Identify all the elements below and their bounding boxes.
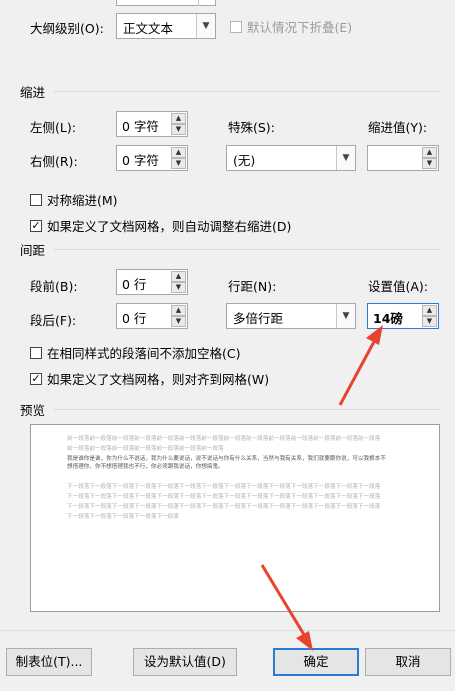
snap-to-grid-label: 如果定义了文档网格，则对齐到网格(W) — [47, 372, 270, 387]
preview-next-line-4: 下一段落下一段落下一段落下一段落下一段落 — [67, 514, 179, 520]
line-spacing-value: 多倍行距 — [233, 311, 284, 326]
spin-down-icon[interactable]: ▼ — [422, 158, 437, 169]
preview-next-line-1: 下一段落下一段落下一段落下一段落下一段落下一段落下一段落下一段落下一段落下一段落… — [67, 484, 381, 490]
setting-value-spinner[interactable]: 14磅 ▲ ▼ — [367, 303, 439, 329]
indent-section-title: 缩进 — [20, 85, 46, 100]
collapse-default-label: 默认情况下折叠(E) — [247, 20, 353, 35]
arrow-to-setting-value — [338, 325, 383, 406]
spin-down-icon[interactable]: ▼ — [422, 316, 437, 327]
spin-up-icon[interactable]: ▲ — [171, 271, 186, 282]
spin-down-icon[interactable]: ▼ — [171, 158, 186, 169]
preview-prev-line-1: 前一段落前一段落前一段落前一段落前一段落前一段落前一段落前一段落前一段落前一段落… — [67, 436, 381, 442]
space-before-value: 0 行 — [122, 277, 147, 292]
outline-level-label: 大纲级别(O): — [30, 21, 104, 36]
preview-section-title: 预览 — [20, 403, 46, 418]
outline-level-select[interactable]: 正文文本 ▼ — [116, 13, 216, 39]
spin-down-icon[interactable]: ▼ — [171, 282, 186, 293]
chevron-down-icon[interactable]: ▼ — [336, 304, 355, 328]
set-default-button[interactable]: 设为默认值(D) — [133, 648, 237, 676]
no-space-same-style-checkbox[interactable]: 在相同样式的段落间不添加空格(C) — [30, 343, 240, 362]
chevron-down-icon[interactable]: ▼ — [336, 146, 355, 170]
snap-to-grid-checkbox[interactable]: ✓ 如果定义了文档网格，则对齐到网格(W) — [30, 369, 269, 388]
mirror-indent-checkbox[interactable]: 对称缩进(M) — [30, 190, 118, 209]
spin-up-icon[interactable]: ▲ — [171, 305, 186, 316]
setting-value-field: 14磅 — [373, 311, 403, 326]
space-before-spinner[interactable]: 0 行 ▲ ▼ — [116, 269, 188, 295]
spin-up-icon[interactable]: ▲ — [171, 147, 186, 158]
special-value: (无) — [233, 153, 256, 168]
indent-value-label: 缩进值(Y): — [368, 120, 428, 135]
spacing-divider — [54, 249, 440, 250]
checkbox-box[interactable] — [30, 193, 42, 206]
checkbox-box[interactable] — [230, 20, 242, 33]
preview-prev-line-2: 前一段落前一段落前一段落前一段落前一段落前一段落前一段落 — [67, 446, 224, 452]
indent-left-value: 0 字符 — [122, 119, 159, 134]
indent-right-value: 0 字符 — [122, 153, 159, 168]
top-partial-arrow — [198, 0, 217, 6]
cancel-button[interactable]: 取消 — [365, 648, 451, 676]
preview-divider — [54, 409, 440, 410]
preview-sample-text: 我是谁你是谁，你为什么不说话，我为什么要说话，说不说话与你有什么关系，当然与我有… — [67, 456, 386, 470]
spin-up-icon[interactable]: ▲ — [171, 113, 186, 124]
space-after-value: 0 行 — [122, 311, 147, 326]
special-select[interactable]: (无) ▼ — [226, 145, 356, 171]
indent-value-spinner[interactable]: ▲ ▼ — [367, 145, 439, 171]
outline-level-value: 正文文本 — [123, 21, 174, 36]
line-spacing-label: 行距(N): — [228, 279, 277, 294]
indent-divider — [54, 91, 440, 92]
auto-adjust-indent-checkbox[interactable]: ✓ 如果定义了文档网格，则自动调整右缩进(D) — [30, 216, 291, 235]
space-after-spinner[interactable]: 0 行 ▲ ▼ — [116, 303, 188, 329]
spin-up-icon[interactable]: ▲ — [422, 147, 437, 158]
preview-next-line-2: 下一段落下一段落下一段落下一段落下一段落下一段落下一段落下一段落下一段落下一段落… — [67, 494, 381, 500]
spin-up-icon[interactable]: ▲ — [422, 305, 437, 316]
spin-down-icon[interactable]: ▼ — [171, 316, 186, 327]
preview-pane: 前一段落前一段落前一段落前一段落前一段落前一段落前一段落前一段落前一段落前一段落… — [30, 424, 440, 612]
indent-left-spinner[interactable]: 0 字符 ▲ ▼ — [116, 111, 188, 137]
setting-value-label: 设置值(A): — [368, 279, 429, 294]
collapse-default-checkbox[interactable]: 默认情况下折叠(E) — [230, 17, 352, 36]
tabs-button[interactable]: 制表位(T)... — [6, 648, 92, 676]
indent-right-label: 右侧(R): — [30, 154, 78, 169]
line-spacing-select[interactable]: 多倍行距 ▼ — [226, 303, 356, 329]
auto-adjust-indent-label: 如果定义了文档网格，则自动调整右缩进(D) — [47, 219, 292, 234]
checkbox-box[interactable] — [30, 346, 42, 359]
indent-left-label: 左侧(L): — [30, 120, 76, 135]
mirror-indent-label: 对称缩进(M) — [47, 193, 118, 208]
indent-right-spinner[interactable]: 0 字符 ▲ ▼ — [116, 145, 188, 171]
ok-button[interactable]: 确定 — [273, 648, 359, 676]
chevron-down-icon[interactable]: ▼ — [196, 14, 215, 38]
spacing-section-title: 间距 — [20, 243, 46, 258]
preview-next-line-3: 下一段落下一段落下一段落下一段落下一段落下一段落下一段落下一段落下一段落下一段落… — [67, 504, 381, 510]
no-space-same-style-label: 在相同样式的段落间不添加空格(C) — [47, 346, 241, 361]
spin-down-icon[interactable]: ▼ — [171, 124, 186, 135]
space-after-label: 段后(F): — [30, 313, 77, 328]
check-icon[interactable]: ✓ — [30, 372, 42, 385]
check-icon[interactable]: ✓ — [30, 219, 42, 232]
space-before-label: 段前(B): — [30, 279, 78, 294]
special-label: 特殊(S): — [228, 120, 275, 135]
